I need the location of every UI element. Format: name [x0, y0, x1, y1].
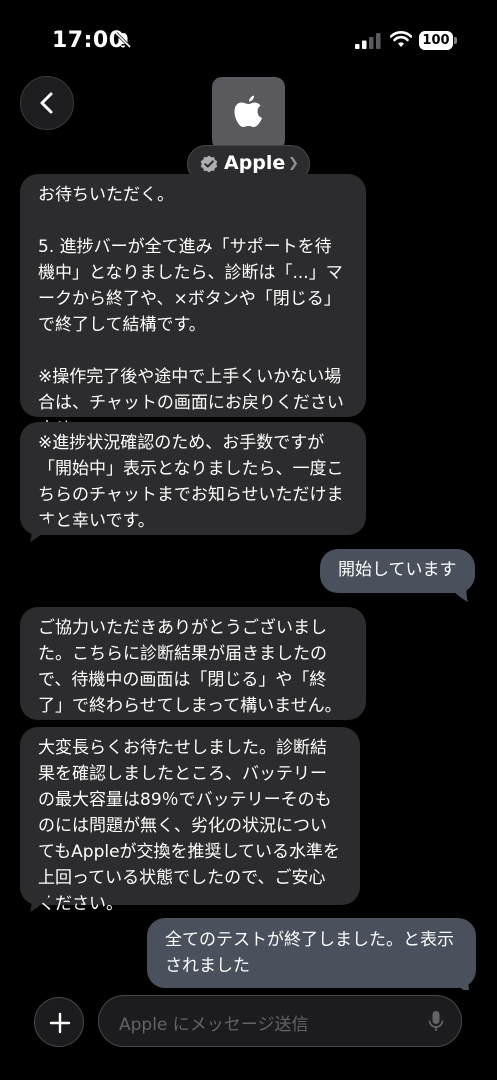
apple-logo-icon: [234, 95, 262, 127]
bell-slash-icon: [114, 31, 132, 49]
message-bubble-incoming: ご協力いただきありがとうございました。こちらに診断結果が届きましたので、待機中の…: [20, 607, 366, 720]
message-bubble-outgoing: 全てのテストが終了しました。と表示されました: [147, 918, 476, 988]
message-bubble-incoming: ※進捗状況確認のため、お手数ですが「開始中」表示となりましたら、一度こちらのチャ…: [20, 422, 366, 535]
composer-bar: Apple にメッセージ送信: [0, 990, 497, 1080]
message-input[interactable]: Apple にメッセージ送信: [98, 995, 462, 1047]
message-bubble-incoming: お待ちいただく。 5. 進捗バーが全て進み「サポートを待機中」となりましたら、診…: [20, 174, 366, 439]
bubble-tail: [450, 580, 468, 602]
contact-name: Apple: [224, 152, 286, 174]
message-bubble-incoming: 大変長らくお待たせしました。診断結果を確認しましたところ、バッテリーの最大容量は…: [20, 727, 360, 914]
cellular-signal-icon: [355, 33, 381, 49]
bubble-tail: [30, 520, 48, 542]
microphone-icon[interactable]: [428, 1010, 444, 1034]
status-bar: 17:00 100: [0, 0, 497, 80]
back-button[interactable]: [20, 76, 74, 130]
message-input-placeholder: Apple にメッセージ送信: [119, 1015, 309, 1035]
battery-nub: [454, 37, 457, 44]
battery-indicator: 100: [419, 31, 453, 50]
verified-badge-icon: [200, 155, 218, 173]
add-attachment-button[interactable]: [34, 997, 84, 1047]
plus-icon: [49, 1012, 71, 1034]
chevron-right-icon: ❯: [288, 156, 299, 171]
wifi-icon: [390, 31, 412, 47]
bubble-tail: [30, 890, 48, 912]
contact-avatar[interactable]: [212, 77, 285, 150]
chevron-left-icon: [40, 92, 53, 114]
